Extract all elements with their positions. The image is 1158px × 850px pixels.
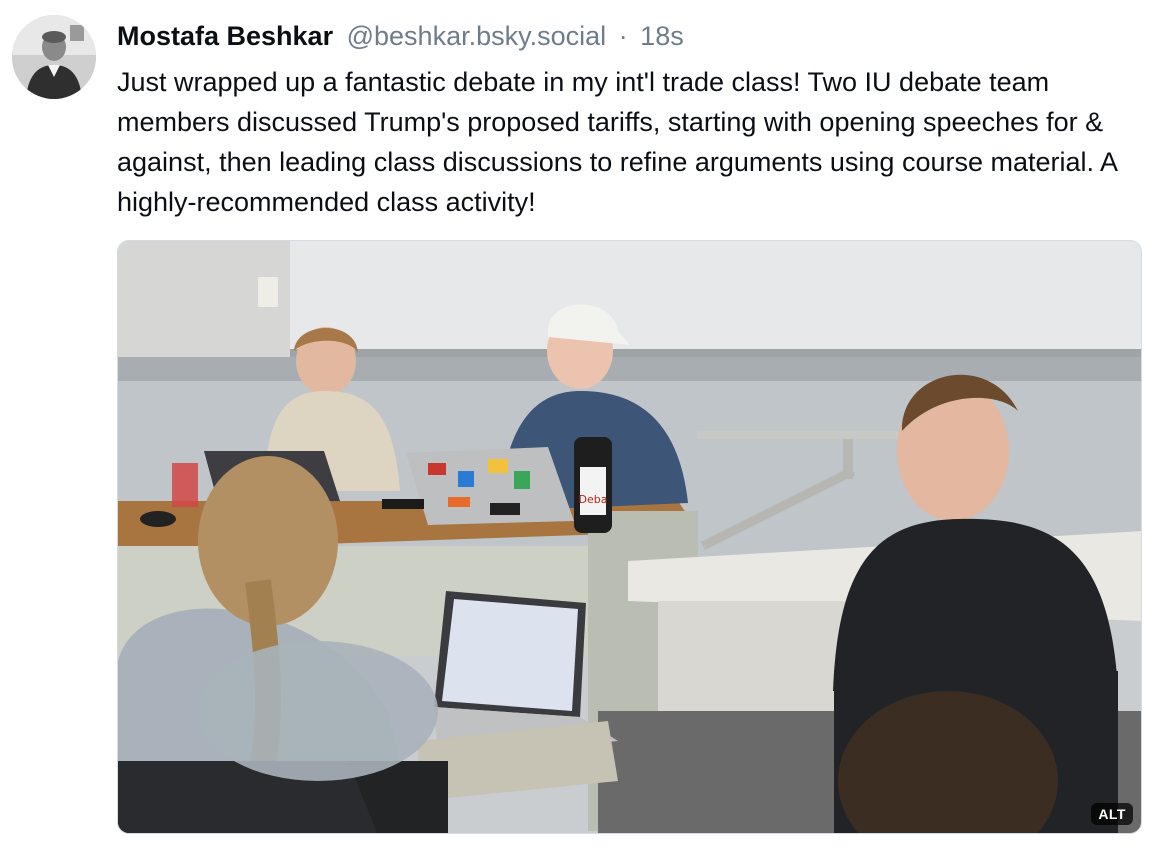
post-text: Just wrapped up a fantastic debate in my…: [117, 67, 1117, 217]
avatar[interactable]: [12, 15, 96, 99]
post-timestamp[interactable]: 18s: [640, 21, 684, 51]
avatar-image: [12, 15, 96, 99]
post[interactable]: Mostafa Beshkar @beshkar.bsky.social · 1…: [0, 0, 1158, 850]
author-name[interactable]: Mostafa Beshkar: [117, 21, 333, 51]
post-image[interactable]: Deba ALT: [117, 240, 1142, 834]
alt-text-badge[interactable]: ALT: [1091, 803, 1133, 825]
post-header: Mostafa Beshkar @beshkar.bsky.social · 1…: [117, 18, 684, 54]
header-separator: ·: [618, 21, 628, 51]
bottle-logo: Deba: [579, 493, 608, 506]
author-handle[interactable]: @beshkar.bsky.social: [347, 21, 607, 51]
classroom-photo: Deba: [118, 241, 1141, 833]
